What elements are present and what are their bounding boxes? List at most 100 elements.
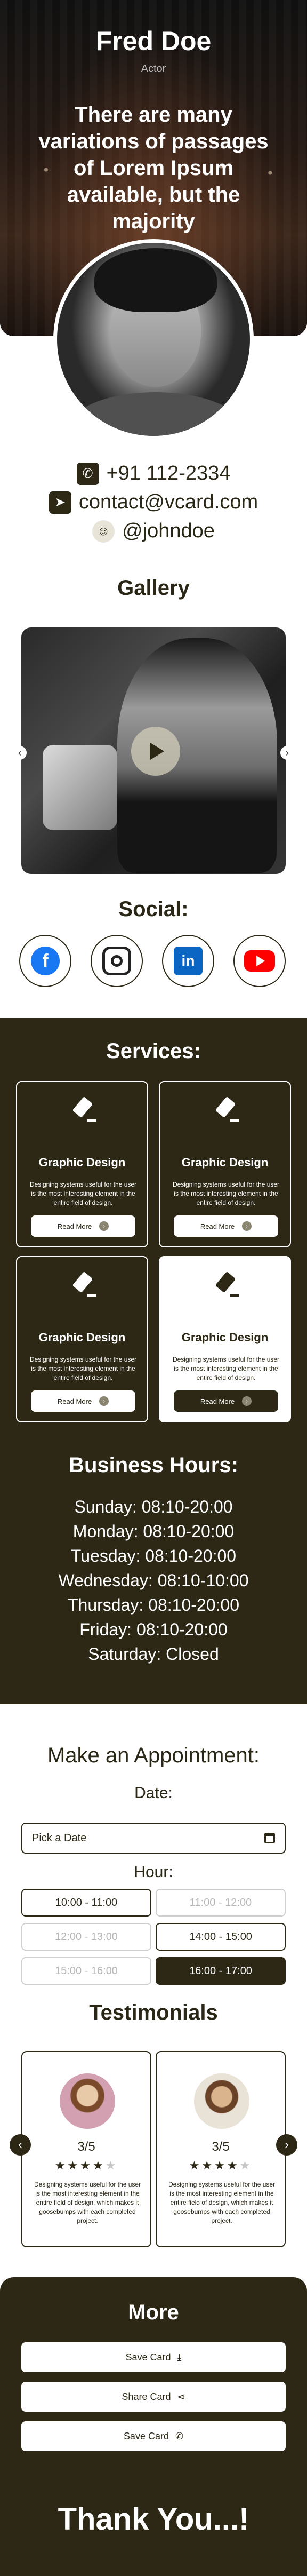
service-desc: Designing systems useful for the user is… [172, 1356, 280, 1381]
testimonials-title: Testimonials [89, 2001, 218, 2024]
more-title: More [128, 2301, 179, 2324]
paint-brush-icon [69, 1271, 97, 1300]
linkedin-link[interactable]: in [162, 935, 214, 987]
instagram-link[interactable] [91, 935, 143, 987]
save-card-button[interactable]: Save Card ⤓ [21, 2342, 286, 2372]
gallery-video[interactable] [21, 627, 286, 874]
play-icon [150, 743, 164, 760]
calendar-icon [264, 1833, 275, 1843]
hours-day: Friday: 08:10-20:00 [79, 1620, 228, 1639]
arrow-right-icon: › [99, 1396, 109, 1406]
rating-stars: ★★★★★ [189, 2159, 253, 2172]
time-slot-disabled: 12:00 - 13:00 [21, 1923, 151, 1951]
business-hours-title: Business Hours: [69, 1453, 238, 1477]
facebook-icon: f [31, 947, 60, 975]
hours-day: Tuesday: 08:10-20:00 [70, 1546, 237, 1565]
service-title: Graphic Design [38, 1156, 126, 1169]
contact-email-row[interactable]: ➤ contact@vcard.com [0, 491, 307, 514]
read-more-button[interactable]: Read More › [174, 1215, 278, 1237]
testimonials-next-arrow[interactable]: › [276, 2134, 297, 2156]
service-title: Graphic Design [181, 1331, 269, 1344]
youtube-icon [244, 950, 275, 972]
save-card-button-2[interactable]: Save Card ✆ [21, 2421, 286, 2451]
testimonial-text: Designing systems useful for the user is… [168, 2181, 276, 2224]
arrow-right-icon: › [242, 1221, 252, 1231]
service-card-active: Graphic Design Designing systems useful … [159, 1256, 291, 1422]
gallery-prev-arrow[interactable]: ‹ [13, 746, 27, 760]
time-slot[interactable]: 10:00 - 11:00 [21, 1889, 151, 1917]
youtube-link[interactable] [233, 935, 286, 987]
hours-day: Thursday: 08:10-20:00 [68, 1595, 239, 1615]
gallery-next-arrow[interactable]: › [280, 746, 294, 760]
services-title: Services: [106, 1039, 201, 1063]
phone-icon: ✆ [76, 462, 99, 485]
service-card: Graphic Design Designing systems useful … [159, 1081, 291, 1247]
hours-day: Saturday: Closed [88, 1644, 219, 1664]
read-more-button[interactable]: Read More › [31, 1215, 135, 1237]
facebook-link[interactable]: f [19, 935, 71, 987]
phone-icon: ✆ [175, 2430, 184, 2442]
services-section: Services: Graphic Design Designing syste… [0, 1018, 307, 1704]
hours-day: Wednesday: 08:10-10:00 [58, 1571, 249, 1590]
profile-role: Actor [141, 63, 166, 75]
service-desc: Designing systems useful for the user is… [172, 1181, 280, 1206]
service-desc: Designing systems useful for the user is… [29, 1356, 137, 1381]
read-more-label: Read More [200, 1397, 235, 1405]
more-section: More Save Card ⤓ Share Card ⋖ Save Card … [0, 2277, 307, 2576]
read-more-button[interactable]: Read More › [31, 1390, 135, 1412]
contact-phone-row[interactable]: ✆ +91 112-2334 [0, 462, 307, 485]
service-card: Graphic Design Designing systems useful … [16, 1256, 148, 1422]
paint-brush-icon [69, 1096, 97, 1125]
read-more-label: Read More [57, 1397, 92, 1405]
thank-you-text: Thank You...! [58, 2502, 249, 2537]
testimonial-avatar [194, 2073, 249, 2129]
contact-phone[interactable]: +91 112-2334 [107, 462, 231, 485]
contact-handle[interactable]: @johndoe [122, 520, 215, 543]
share-card-label: Share Card [122, 2391, 171, 2402]
date-placeholder: Pick a Date [32, 1832, 87, 1844]
contact-handle-row[interactable]: ☺ @johndoe [0, 520, 307, 543]
testimonial-avatar [60, 2073, 115, 2129]
read-more-label: Read More [200, 1222, 235, 1230]
gallery-glass [43, 745, 117, 830]
linkedin-icon: in [174, 947, 203, 975]
share-card-button[interactable]: Share Card ⋖ [21, 2382, 286, 2412]
hour-label: Hour: [134, 1863, 173, 1881]
instagram-icon [102, 947, 131, 975]
time-slot-disabled: 11:00 - 12:00 [156, 1889, 286, 1917]
send-icon: ➤ [49, 491, 71, 514]
hours-day: Monday: 08:10-20:00 [72, 1522, 235, 1541]
service-title: Graphic Design [38, 1331, 126, 1344]
social-title: Social: [118, 897, 189, 921]
hours-day: Sunday: 08:10-20:00 [74, 1497, 233, 1516]
paint-brush-icon [212, 1271, 240, 1300]
save-card-label: Save Card [123, 2430, 169, 2442]
time-slot-selected[interactable]: 16:00 - 17:00 [156, 1957, 286, 1985]
testimonials-prev-arrow[interactable]: ‹ [10, 2134, 31, 2156]
gallery-title: Gallery [117, 576, 190, 600]
testimonial-score: 3/5 [212, 2140, 230, 2154]
arrow-right-icon: › [242, 1396, 252, 1406]
date-picker[interactable]: Pick a Date [21, 1823, 286, 1854]
rating-stars: ★★★★★ [54, 2159, 118, 2172]
read-more-label: Read More [57, 1222, 92, 1230]
time-slot[interactable]: 14:00 - 15:00 [156, 1923, 286, 1951]
read-more-button[interactable]: Read More › [174, 1390, 278, 1412]
save-card-label: Save Card [125, 2351, 171, 2363]
testimonial-card: 3/5 ★★★★★ Designing systems useful for t… [21, 2051, 151, 2247]
appointment-title: Make an Appointment: [47, 1744, 260, 1767]
share-icon: ⋖ [177, 2391, 185, 2402]
profile-avatar [53, 239, 254, 440]
download-icon: ⤓ [177, 2351, 182, 2363]
date-label: Date: [134, 1784, 173, 1802]
user-icon: ☺ [92, 520, 115, 543]
contact-email[interactable]: contact@vcard.com [79, 491, 258, 514]
profile-name: Fred Doe [95, 26, 212, 56]
service-title: Graphic Design [181, 1156, 269, 1169]
testimonial-score: 3/5 [77, 2140, 95, 2154]
service-card: Graphic Design Designing systems useful … [16, 1081, 148, 1247]
paint-brush-icon [212, 1096, 240, 1125]
play-button[interactable] [131, 727, 180, 776]
profile-tagline: There are many variations of passages of… [38, 103, 269, 233]
time-slot-disabled: 15:00 - 16:00 [21, 1957, 151, 1985]
